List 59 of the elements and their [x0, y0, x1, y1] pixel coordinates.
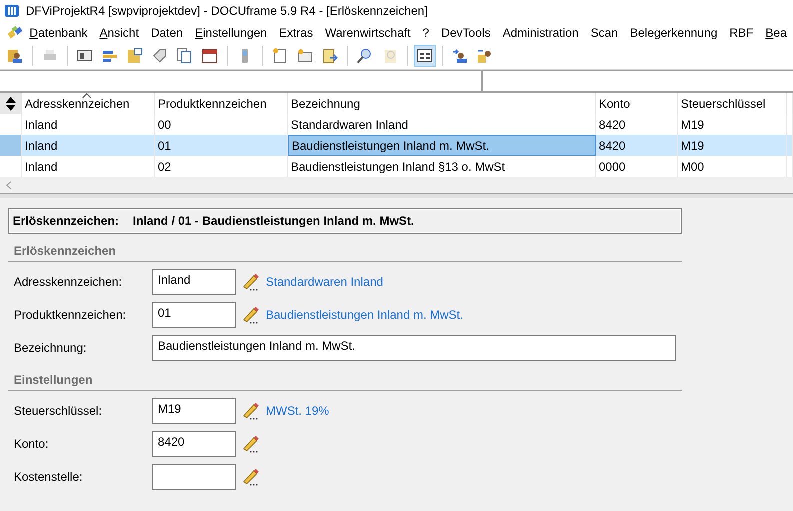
header-label: Erlöskennzeichen: [13, 214, 120, 228]
menu-item[interactable]: Belegerkennung [624, 26, 724, 40]
lookup-link[interactable]: Standardwaren Inland [266, 275, 384, 289]
lookup-link[interactable]: MWSt. 19% [266, 404, 330, 418]
pencil-icon[interactable] [242, 306, 260, 324]
pencil-icon[interactable] [242, 273, 260, 291]
sort-caret-icon [82, 93, 92, 99]
lookup-link[interactable]: Baudienstleistungen Inland m. MwSt. [266, 308, 464, 322]
calendar-icon[interactable] [202, 48, 218, 64]
menu-item[interactable]: Scan [584, 26, 624, 40]
menu-item[interactable]: Administration [496, 26, 585, 40]
menu-item[interactable]: Ansicht [94, 26, 146, 40]
pencil-icon[interactable] [242, 468, 260, 486]
field-label: Bezeichnung: [14, 341, 88, 355]
input-field[interactable]: M19 [152, 398, 236, 424]
documents-icon[interactable] [177, 48, 193, 64]
input-field[interactable]: 01 [152, 302, 236, 328]
form-view-icon[interactable] [417, 48, 433, 64]
scroll-left-icon[interactable] [6, 180, 12, 190]
row-height-handle[interactable] [0, 93, 22, 114]
new-document-icon[interactable] [272, 48, 288, 64]
users-arrow-icon[interactable] [452, 48, 468, 64]
menu-item[interactable]: Einstellungen [189, 26, 274, 40]
field-label: Konto: [14, 437, 50, 451]
search-icon[interactable] [357, 48, 373, 64]
user-icon[interactable] [7, 48, 23, 64]
menu-item[interactable]: RBF [724, 26, 760, 40]
bars-icon[interactable] [102, 48, 118, 64]
column-header[interactable]: Adresskennzeichen [22, 93, 155, 114]
section-title: Erlöskennzeichen [8, 244, 682, 262]
cubes-icon[interactable] [6, 24, 24, 40]
pencil-icon[interactable] [242, 435, 260, 453]
menu-item[interactable]: Extras [273, 26, 320, 40]
menu-item[interactable]: Daten [145, 26, 190, 40]
export-icon[interactable] [322, 48, 338, 64]
table-row[interactable]: Inland 01 Baudienstleistungen Inland m. MwSt. 8420 M19 [0, 135, 793, 156]
header-value: Inland / 01 - Baudienstleistungen Inland m. MwSt. [133, 214, 414, 228]
id-card-icon[interactable] [77, 48, 93, 64]
input-field[interactable] [152, 464, 236, 490]
new-envelope-icon[interactable] [297, 48, 313, 64]
tag-icon[interactable] [152, 48, 168, 64]
menu-item[interactable]: Bea [760, 26, 793, 40]
menu-item[interactable]: Datenbank [24, 26, 94, 40]
pencil-icon[interactable] [242, 402, 260, 420]
menu-item[interactable]: ? [416, 26, 436, 40]
table-cell: Baudienstleistungen Inland m. MwSt. [288, 135, 596, 156]
folder-icon[interactable] [127, 48, 143, 64]
field-label: Adresskennzeichen: [14, 275, 124, 289]
input-field[interactable]: Inland [152, 269, 236, 295]
menu-item[interactable]: DevTools [435, 26, 497, 40]
menu-item[interactable]: Warenwirtschaft [319, 26, 417, 40]
field-label: Steuerschlüssel: [14, 404, 104, 418]
app-icon [4, 3, 20, 19]
window-title: DFViProjektR4 [swpviprojektdev] - DOCUframe 5.9 R4 - [Erlöskennzeichen] [26, 4, 428, 18]
input-field[interactable]: Baudienstleistungen Inland m. MwSt. [152, 335, 676, 361]
input-field[interactable]: 8420 [152, 431, 236, 457]
section-title: Einstellungen [8, 373, 682, 391]
field-label: Kostenstelle: [14, 470, 84, 484]
field-label: Produktkennzeichen: [14, 308, 128, 322]
